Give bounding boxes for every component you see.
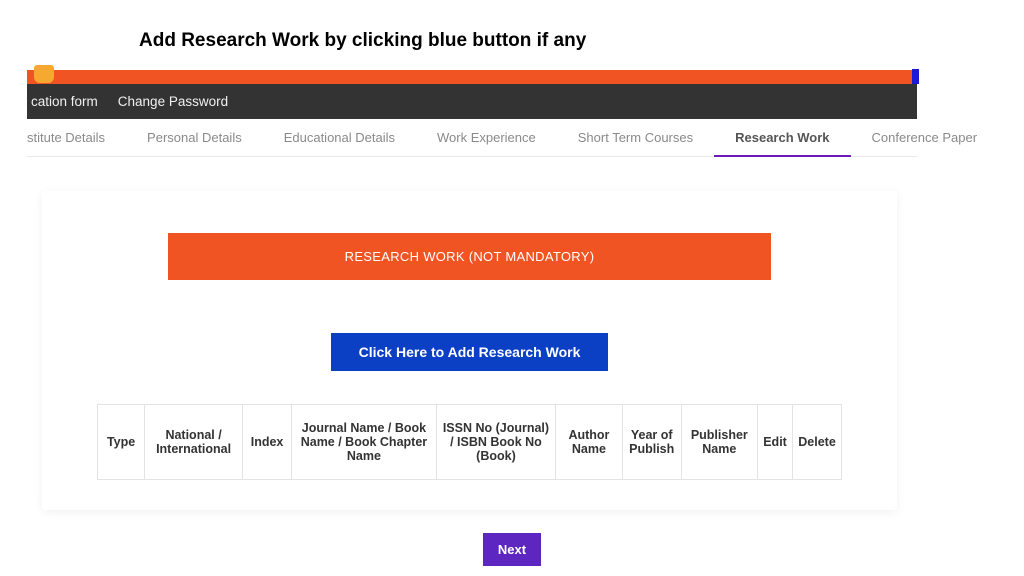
col-index: Index — [243, 405, 292, 479]
col-delete: Delete — [793, 405, 841, 479]
col-issn-isbn: ISSN No (Journal) / ISBN Book No (Book) — [437, 405, 556, 479]
tab-short-term-courses[interactable]: Short Term Courses — [557, 119, 714, 157]
col-type: Type — [98, 405, 145, 479]
nav-change-password[interactable]: Change Password — [118, 94, 228, 109]
nav-application-form[interactable]: cation form — [31, 94, 98, 109]
tab-personal-details[interactable]: Personal Details — [126, 119, 263, 157]
page-title: Add Research Work by clicking blue butto… — [0, 0, 1024, 70]
col-edit: Edit — [758, 405, 793, 479]
logo-fragment-icon — [34, 65, 54, 83]
add-research-work-button[interactable]: Click Here to Add Research Work — [331, 333, 609, 371]
col-author-name: Author Name — [556, 405, 623, 479]
tab-conference-paper[interactable]: Conference Paper — [851, 119, 999, 157]
top-brand-bar — [27, 70, 918, 84]
col-journal-name: Journal Name / Book Name / Book Chapter … — [292, 405, 437, 479]
col-year-publish: Year of Publish — [623, 405, 682, 479]
next-button[interactable]: Next — [483, 533, 541, 566]
primary-nav: cation form Change Password — [27, 84, 917, 119]
tab-research-work[interactable]: Research Work — [714, 119, 850, 157]
tab-bar: stitute Details Personal Details Educati… — [27, 119, 917, 157]
tab-educational-details[interactable]: Educational Details — [263, 119, 416, 157]
tab-institute-details[interactable]: stitute Details — [27, 119, 126, 157]
tab-work-experience[interactable]: Work Experience — [416, 119, 557, 157]
scrollbar-fragment — [912, 69, 919, 84]
content-panel: RESEARCH WORK (NOT MANDATORY) Click Here… — [42, 191, 897, 510]
col-national-international: National / International — [145, 405, 243, 479]
research-table-header: Type National / International Index Jour… — [97, 404, 842, 480]
col-publisher-name: Publisher Name — [682, 405, 758, 479]
section-banner: RESEARCH WORK (NOT MANDATORY) — [168, 233, 771, 280]
